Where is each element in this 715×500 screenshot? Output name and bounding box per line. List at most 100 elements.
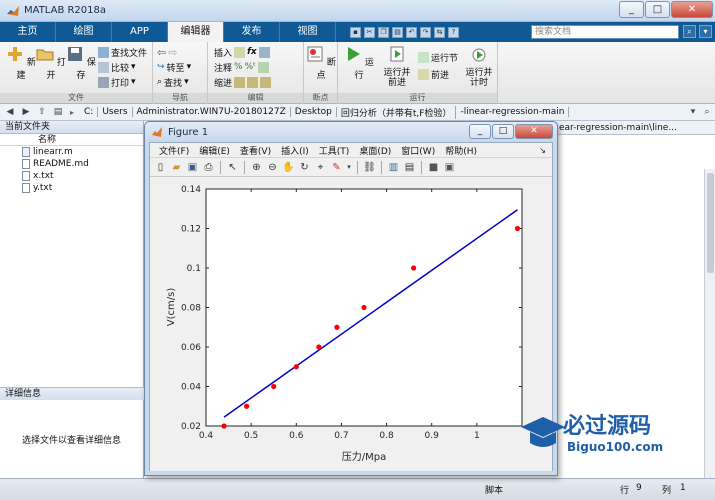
file-item[interactable]: linearr.m [0,146,143,158]
close-button[interactable]: ✕ [671,1,713,18]
notification-icon[interactable]: ▾ [699,25,712,38]
search-documentation-input[interactable]: 搜索文档 [531,25,679,39]
run-button[interactable]: 运行 [344,45,374,81]
comment-button[interactable]: 注释 % %ᵗ [214,60,269,74]
browse-folder-icon[interactable]: ▤ [52,106,64,118]
find-dropdown-icon[interactable]: ▾ [184,77,189,87]
search-folder-icon[interactable]: ⌕ [701,106,713,118]
menu-window[interactable]: 窗口(W) [396,144,440,157]
menu-tools[interactable]: 工具(T) [314,144,355,157]
rotate-3d-icon[interactable]: ↻ [298,161,311,174]
run-and-time-button[interactable]: 运行并 计时 [462,45,496,88]
hide-plot-tools-icon[interactable]: ■ [427,161,440,174]
data-cursor-icon[interactable]: ⌖ [314,161,327,174]
data-point[interactable] [361,304,367,311]
insert-button[interactable]: 插入 fx [214,45,270,59]
crumb-analysis[interactable]: 回归分析（并带有t,F检验） [337,105,457,119]
plot-area[interactable]: 0.4 0.5 0.6 0.7 0.8 0.9 1 0.02 0.04 0.06 0.08 0.1 0… [150,177,552,471]
forward-icon[interactable]: ▶ [20,106,32,118]
qa-switch-windows-icon[interactable]: ⇆ [434,26,445,38]
file-item[interactable]: x.txt [0,170,143,182]
data-point[interactable] [293,364,299,370]
qa-paste-icon[interactable]: ▤ [392,26,403,38]
legend-icon[interactable]: ▤ [403,161,416,174]
run-advance-button[interactable]: 运行并 前进 [380,45,414,88]
tab-apps[interactable]: APP [112,22,168,42]
figure-titlebar[interactable]: Figure 1 _ □ ✕ [145,122,557,142]
data-point[interactable] [514,225,521,232]
brush-icon[interactable]: ✎ [330,161,343,174]
qa-undo-icon[interactable]: ↶ [406,26,417,38]
open-button[interactable]: 打开 [36,45,66,81]
find-files-button[interactable]: 查找文件 [98,45,147,59]
crumb-drive[interactable]: C: [80,107,99,117]
link-plot-icon[interactable]: ⛓ [363,161,376,174]
compare-dropdown-icon[interactable]: ▾ [131,62,136,72]
pan-icon[interactable]: ✋ [282,161,295,174]
nav-back-button[interactable]: ⇦ ⇨ [157,45,177,59]
scrollbar-thumb[interactable] [707,173,714,273]
regression-chart[interactable]: 0.4 0.5 0.6 0.7 0.8 0.9 1 0.02 0.04 0.06 0.08 0.1 0… [150,177,552,471]
data-point[interactable] [411,265,417,271]
maximize-button[interactable]: □ [645,1,670,18]
dock-arrow-icon[interactable]: ↘ [539,146,546,155]
file-item[interactable]: y.txt [0,182,143,194]
save-button[interactable]: 保存 [66,45,96,81]
figure-maximize-button[interactable]: □ [492,124,514,139]
name-column-header[interactable]: 名称 [0,134,143,146]
tab-editor[interactable]: 编辑器 [168,22,224,42]
pointer-icon[interactable]: ↖ [226,161,239,174]
breakpoints-button[interactable]: 断点 [306,45,336,81]
tab-view[interactable]: 视图 [280,22,336,42]
goto-button[interactable]: ↪ 转至 ▾ [157,60,191,74]
goto-dropdown-icon[interactable]: ▾ [187,62,192,72]
back-icon[interactable]: ◀ [4,106,16,118]
comment-icon[interactable]: % [234,62,243,72]
crumb-users[interactable]: Users [98,107,133,117]
data-point[interactable] [316,344,322,350]
file-item[interactable]: README.md [0,158,143,170]
brush-dropdown-icon[interactable]: ▾ [346,161,352,174]
data-point[interactable] [244,403,250,409]
uncomment-icon[interactable]: %ᵗ [245,62,256,72]
zoom-in-icon[interactable]: ⊕ [250,161,263,174]
tab-publish[interactable]: 发布 [224,22,280,42]
data-point[interactable] [334,324,340,330]
qa-copy-icon[interactable]: ❐ [378,26,389,38]
new-figure-icon[interactable]: ▯ [154,161,167,174]
increase-indent-icon[interactable] [247,76,259,88]
decrease-indent-icon[interactable] [260,76,272,88]
qa-help-icon[interactable]: ? [448,26,459,38]
print-figure-icon[interactable]: ⎙ [202,161,215,174]
menu-insert[interactable]: 插入(I) [276,144,314,157]
print-button[interactable]: 打印 ▾ [98,75,136,89]
compare-button[interactable]: 比较 ▾ [98,60,136,74]
address-dropdown-icon[interactable]: ▾ [687,106,699,118]
find-button[interactable]: ⌕ 查找 ▾ [157,75,189,89]
print-dropdown-icon[interactable]: ▾ [131,77,136,87]
show-plot-tools-icon[interactable]: ▣ [443,161,456,174]
data-point[interactable] [221,423,227,429]
crumb-user[interactable]: Administrator.WIN7U-20180127Z [133,107,291,117]
minimize-button[interactable]: _ [619,1,644,18]
menu-help[interactable]: 帮助(H) [440,144,482,157]
save-figure-icon[interactable]: ▣ [186,161,199,174]
qa-redo-icon[interactable]: ↷ [420,26,431,38]
crumb-project[interactable]: -linear-regression-main [456,107,570,117]
fx-icon[interactable]: fx [247,47,257,57]
figure-window[interactable]: Figure 1 _ □ ✕ 文件(F) 编辑(E) 查看(V) 插入(I) 工… [144,121,558,476]
crumb-desktop[interactable]: Desktop [291,107,337,117]
editor-scrollbar[interactable] [704,169,715,489]
menu-desktop[interactable]: 桌面(D) [354,144,396,157]
menu-view[interactable]: 查看(V) [235,144,276,157]
menu-edit[interactable]: 编辑(E) [194,144,235,157]
qa-save-icon[interactable]: ▪ [350,26,361,38]
tab-plots[interactable]: 绘图 [56,22,112,42]
colorbar-icon[interactable]: ▥ [387,161,400,174]
run-section-button[interactable]: 运行节 [418,50,458,64]
new-button[interactable]: 新建 [6,45,36,81]
wrap-comments-icon[interactable] [257,61,269,73]
up-folder-icon[interactable]: ⇧ [36,106,48,118]
open-file-icon[interactable]: ▰ [170,161,183,174]
advance-button[interactable]: 前进 [418,67,449,81]
